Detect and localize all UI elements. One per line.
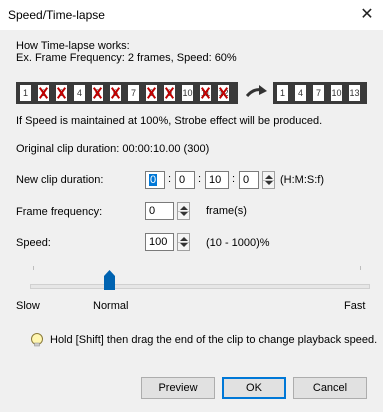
frame-cell: 7 [128, 85, 139, 101]
slider-slow-label: Slow [16, 300, 40, 312]
slider-normal-label: Normal [93, 300, 129, 312]
time-separator: : [232, 173, 236, 185]
frame-frequency-unit: frame(s) [206, 205, 247, 217]
slider-tick [33, 266, 34, 270]
close-icon[interactable]: ✕ [351, 0, 383, 30]
arrow-right-icon [246, 85, 267, 98]
speed-spinner[interactable] [177, 233, 190, 251]
frame-cell: 4 [74, 85, 85, 101]
time-separator: : [168, 173, 172, 185]
speed-range: (10 - 1000)% [206, 237, 270, 249]
duration-hours-value: 0 [149, 174, 158, 186]
speed-slider-thumb[interactable] [104, 270, 115, 290]
duration-spinner[interactable] [262, 171, 275, 189]
frame-cell: 5 [92, 85, 103, 101]
duration-minutes-field[interactable]: 0 [175, 171, 195, 189]
frame-cell: 13 [349, 85, 360, 101]
speed-field[interactable]: 100 [145, 233, 174, 251]
frame-cell: 10 [182, 85, 193, 101]
frame-cell: 1 [277, 85, 288, 101]
slider-tick [360, 266, 361, 270]
preview-button[interactable]: Preview [141, 377, 215, 399]
source-frames-illustration: 1 2 3 4 5 6 7 8 9 10 11 12 [16, 82, 238, 104]
new-clip-duration-label: New clip duration: [16, 174, 104, 186]
frame-frequency-field[interactable]: 0 [145, 202, 174, 220]
frame-cell: 10 [331, 85, 342, 101]
original-duration: Original clip duration: 00:00:10.00 (300… [16, 143, 210, 155]
frame-cell: 8 [146, 85, 157, 101]
duration-frames-field[interactable]: 0 [239, 171, 259, 189]
frame-cell: 2 [38, 85, 49, 101]
duration-hours-field[interactable]: 0 [145, 171, 165, 189]
frame-cell: 6 [110, 85, 121, 101]
frame-cell: 3 [56, 85, 67, 101]
window-title: Speed/Time-lapse [8, 8, 105, 22]
frame-cell: 11 [200, 85, 211, 101]
info-line-2: Ex. Frame Frequency: 2 frames, Speed: 60… [16, 52, 237, 64]
speed-slider-track[interactable] [30, 284, 370, 289]
speed-label: Speed: [16, 237, 51, 249]
cancel-button[interactable]: Cancel [293, 377, 367, 399]
strobe-note: If Speed is maintained at 100%, Strobe e… [16, 115, 323, 127]
info-line-1: How Time-lapse works: [16, 40, 130, 52]
title-bar: Speed/Time-lapse ✕ [0, 0, 383, 30]
frame-cell: 7 [313, 85, 324, 101]
frame-frequency-label: Frame frequency: [16, 206, 103, 218]
frame-cell: 1 [20, 85, 31, 101]
frame-cell: 12 [218, 85, 229, 101]
time-separator: : [198, 173, 202, 185]
ok-button[interactable]: OK [222, 377, 286, 399]
lightbulb-icon [31, 333, 43, 347]
frame-cell: 9 [164, 85, 175, 101]
duration-seconds-field[interactable]: 10 [205, 171, 229, 189]
frame-cell: 4 [295, 85, 306, 101]
slider-fast-label: Fast [344, 300, 366, 312]
result-frames-illustration: 1 4 7 10 13 [273, 82, 367, 104]
hint-text: Hold [Shift] then drag the end of the cl… [50, 334, 378, 346]
duration-unit: (H:M:S:f) [280, 174, 324, 186]
frame-frequency-spinner[interactable] [177, 202, 190, 220]
